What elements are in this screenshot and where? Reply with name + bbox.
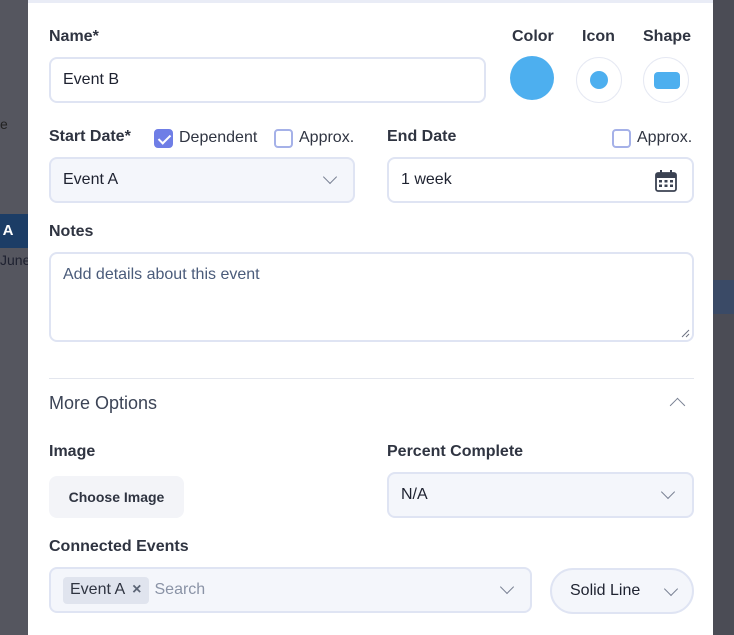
color-label: Color <box>512 28 554 45</box>
icon-picker-button[interactable] <box>576 57 622 103</box>
start-date-value: Event A <box>63 171 119 188</box>
event-modal: Name* Event B Color Icon Shape Start Dat… <box>28 0 713 635</box>
line-style-select[interactable]: Solid Line <box>550 568 694 614</box>
end-approx-label: Approx. <box>637 129 693 146</box>
chevron-up-icon[interactable] <box>669 397 686 414</box>
chevron-down-icon <box>660 484 676 500</box>
section-divider <box>49 378 694 379</box>
background-panel <box>0 0 28 635</box>
background-event-pill: t A <box>0 214 28 248</box>
end-date-value: 1 week <box>401 171 452 188</box>
resize-handle-icon[interactable] <box>681 329 690 338</box>
chevron-down-icon <box>663 581 679 597</box>
dependent-checkbox[interactable] <box>154 129 173 148</box>
background-text: e <box>0 116 8 132</box>
name-input[interactable]: Event B <box>49 57 486 103</box>
chevron-down-icon <box>322 169 338 185</box>
line-style-value: Solid Line <box>570 582 641 599</box>
shape-picker-button[interactable] <box>643 57 689 103</box>
name-input-value: Event B <box>63 71 120 88</box>
start-approx-checkbox[interactable] <box>274 129 293 148</box>
choose-image-button[interactable]: Choose Image <box>49 476 184 518</box>
end-date-input[interactable]: 1 week <box>387 157 694 203</box>
background-right-bar <box>713 280 734 314</box>
start-approx-label: Approx. <box>299 129 355 146</box>
end-date-label: End Date <box>387 128 457 145</box>
start-date-label: Start Date* <box>49 128 131 145</box>
percent-complete-select[interactable]: N/A <box>387 472 694 518</box>
percent-complete-value: N/A <box>401 486 428 503</box>
chevron-down-icon <box>499 579 515 595</box>
name-label: Name* <box>49 28 99 45</box>
percent-complete-label: Percent Complete <box>387 443 524 460</box>
notes-label: Notes <box>49 223 94 240</box>
start-date-select[interactable]: Event A <box>49 157 355 203</box>
end-approx-checkbox[interactable] <box>612 129 631 148</box>
connected-events-label: Connected Events <box>49 538 189 555</box>
connected-events-search-input[interactable]: Search <box>155 581 206 599</box>
calendar-icon[interactable] <box>654 169 678 193</box>
notes-placeholder: Add details about this event <box>63 266 260 283</box>
background-date: June <box>0 252 28 268</box>
connected-event-tag: Event A × <box>63 576 149 604</box>
icon-label: Icon <box>582 28 615 45</box>
notes-textarea[interactable]: Add details about this event <box>49 252 694 342</box>
background-right-panel <box>713 0 734 635</box>
shape-label: Shape <box>643 28 692 45</box>
color-picker-button[interactable] <box>510 56 554 100</box>
remove-tag-icon[interactable]: × <box>132 581 141 599</box>
connected-events-select[interactable]: Event A × Search <box>49 567 532 613</box>
connected-event-tag-label: Event A <box>70 581 126 598</box>
circle-icon <box>590 71 608 89</box>
image-label: Image <box>49 443 96 460</box>
rounded-rectangle-icon <box>654 72 680 89</box>
more-options-title[interactable]: More Options <box>49 393 157 414</box>
dependent-label: Dependent <box>179 129 258 146</box>
